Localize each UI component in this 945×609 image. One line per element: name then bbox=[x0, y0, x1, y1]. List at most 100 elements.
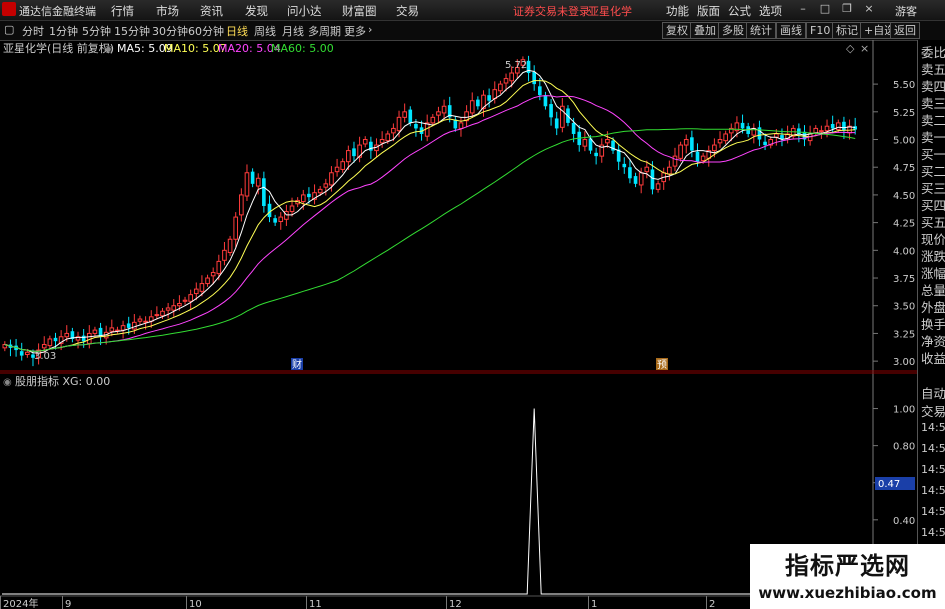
candle-body-down bbox=[650, 169, 655, 190]
candle-body-down bbox=[571, 122, 576, 134]
candle-body-up bbox=[819, 130, 824, 133]
price-tick-label: 5.00 bbox=[893, 136, 915, 147]
candle-body-up bbox=[47, 338, 53, 347]
candle-body-up bbox=[92, 329, 98, 334]
candle-body-up bbox=[638, 172, 644, 186]
tick-time: 14:56 bbox=[921, 484, 945, 497]
candle-body-down bbox=[453, 119, 458, 129]
toolbar-toggle-icon[interactable]: ▢ bbox=[4, 23, 14, 36]
candle-body-down bbox=[594, 152, 598, 157]
period-1min[interactable]: 1分钟 bbox=[49, 23, 78, 39]
candle-body-up bbox=[503, 78, 509, 84]
menu-discover[interactable]: 发现 bbox=[245, 3, 268, 19]
period-60min[interactable]: 60分钟 bbox=[188, 23, 224, 39]
candle-body-up bbox=[717, 139, 723, 144]
candle-body-up bbox=[605, 139, 610, 144]
high-price-label: 5.72 bbox=[505, 60, 527, 71]
guest-user[interactable]: 游客 bbox=[895, 3, 917, 19]
candle-body-up bbox=[813, 127, 819, 134]
candle-body-up bbox=[712, 144, 717, 152]
menu-market[interactable]: 市场 bbox=[156, 3, 179, 19]
candle-body-down bbox=[554, 118, 559, 129]
period-weekly[interactable]: 周线 bbox=[254, 23, 276, 39]
period-multi[interactable]: 多周期 bbox=[308, 23, 341, 39]
candle-body-up bbox=[64, 332, 70, 338]
menu-news[interactable]: 资讯 bbox=[200, 3, 223, 19]
candle-body-up bbox=[436, 111, 441, 116]
menu-options[interactable]: 选项 bbox=[759, 3, 782, 19]
period-15min[interactable]: 15分钟 bbox=[114, 23, 150, 39]
draw-line-button[interactable]: 画线 bbox=[776, 22, 806, 39]
candle-body-down bbox=[695, 151, 700, 162]
indicator-settings-icon[interactable]: ◉ bbox=[3, 377, 12, 388]
overlay-button[interactable]: 叠加 bbox=[690, 22, 720, 39]
adjust-button[interactable]: 复权 bbox=[662, 22, 692, 39]
period-30min[interactable]: 30分钟 bbox=[152, 23, 188, 39]
mark-button[interactable]: 标记 bbox=[832, 22, 862, 39]
indicator-series bbox=[2, 408, 873, 595]
candle-body-up bbox=[329, 172, 334, 186]
candle-body-down bbox=[622, 163, 627, 168]
candle-body-down bbox=[532, 71, 536, 85]
period-monthly[interactable]: 月线 bbox=[282, 23, 304, 39]
candle-body-up bbox=[835, 122, 841, 131]
candle-body-up bbox=[227, 238, 233, 254]
candle-body-up bbox=[362, 139, 368, 145]
tick-time: 14:56 bbox=[921, 505, 945, 518]
price-tick-label: 4.00 bbox=[893, 246, 915, 257]
candle-body-up bbox=[244, 172, 250, 197]
price-tick-label: 4.25 bbox=[893, 219, 915, 230]
menu-wealth[interactable]: 财富圈 bbox=[342, 3, 377, 19]
price-tick-label: 3.25 bbox=[893, 329, 915, 340]
price-tick-label: 5.50 bbox=[893, 80, 915, 91]
candle-body-down bbox=[53, 337, 58, 342]
candle-body-up bbox=[143, 320, 148, 323]
login-status[interactable]: 证券交易未登录 bbox=[513, 3, 590, 19]
ma-settings-icon[interactable]: ◉ bbox=[104, 44, 113, 55]
candle-body-up bbox=[672, 155, 678, 167]
ma-line-10 bbox=[4, 80, 856, 352]
restore-icon[interactable]: ❐ bbox=[840, 2, 854, 16]
candle-body-up bbox=[334, 166, 340, 173]
menu-quotes[interactable]: 行情 bbox=[111, 3, 134, 19]
candle-body-up bbox=[278, 216, 284, 223]
back-button[interactable]: 返回 bbox=[890, 22, 920, 39]
auto-trade-label[interactable]: 自动 bbox=[921, 383, 945, 402]
kline-chart[interactable]: 5.50 5.25 5.00 4.75 4.50 4.25 4.00 3.75 3.50 3.25… bbox=[0, 40, 917, 609]
quote-panel: 委比 卖五 卖四 卖三 卖二 卖一 买一 买二 买三 买四 买五 现价 涨跌 涨幅 总量 外盘 换手 净资 收益 自动… bbox=[917, 40, 945, 609]
chart-diamond-icon[interactable]: ◇ bbox=[846, 42, 855, 55]
f10-button[interactable]: F10 bbox=[806, 22, 835, 39]
candle-body-up bbox=[774, 133, 779, 138]
menu-layout[interactable]: 版面 bbox=[697, 3, 720, 19]
chart-close-icon[interactable]: × bbox=[860, 42, 869, 55]
minimize-icon[interactable]: – bbox=[796, 2, 810, 16]
more-chevron-icon[interactable]: › bbox=[368, 23, 372, 36]
period-more[interactable]: 更多 bbox=[344, 23, 366, 39]
multi-stock-button[interactable]: 多股 bbox=[718, 22, 748, 39]
statistics-button[interactable]: 统计 bbox=[746, 22, 776, 39]
quote-field-label: 收益 bbox=[921, 351, 945, 366]
candle-body-down bbox=[352, 148, 356, 157]
watermark: 指标严选网 www.xuezhibiao.com bbox=[750, 544, 945, 609]
period-tick[interactable]: 分时 bbox=[22, 23, 44, 39]
menu-assistant[interactable]: 问小达 bbox=[287, 3, 322, 19]
period-5min[interactable]: 5分钟 bbox=[82, 23, 111, 39]
candle-body-up bbox=[683, 139, 689, 146]
candle-body-up bbox=[255, 177, 261, 187]
period-daily[interactable]: 日线 bbox=[226, 23, 248, 39]
candle-body-up bbox=[700, 155, 706, 162]
price-tick-label: 5.25 bbox=[893, 108, 915, 119]
candle-body-down bbox=[81, 335, 86, 342]
ma-line-60 bbox=[4, 128, 856, 352]
cursor-value: 0.47 bbox=[878, 479, 900, 490]
date-tick-label: 9 bbox=[65, 599, 71, 609]
menu-trade[interactable]: 交易 bbox=[396, 3, 419, 19]
auto-trade-label[interactable]: 交易 bbox=[921, 401, 945, 420]
menu-function[interactable]: 功能 bbox=[666, 3, 689, 19]
main-chart-stock-label: 亚星化学(日线 前复权) bbox=[3, 41, 114, 55]
candle-body-up bbox=[210, 271, 216, 277]
menu-formula[interactable]: 公式 bbox=[728, 3, 751, 19]
close-icon[interactable]: × bbox=[862, 2, 876, 16]
candle-body-up bbox=[86, 332, 92, 344]
maximize-icon[interactable]: □ bbox=[818, 2, 832, 16]
